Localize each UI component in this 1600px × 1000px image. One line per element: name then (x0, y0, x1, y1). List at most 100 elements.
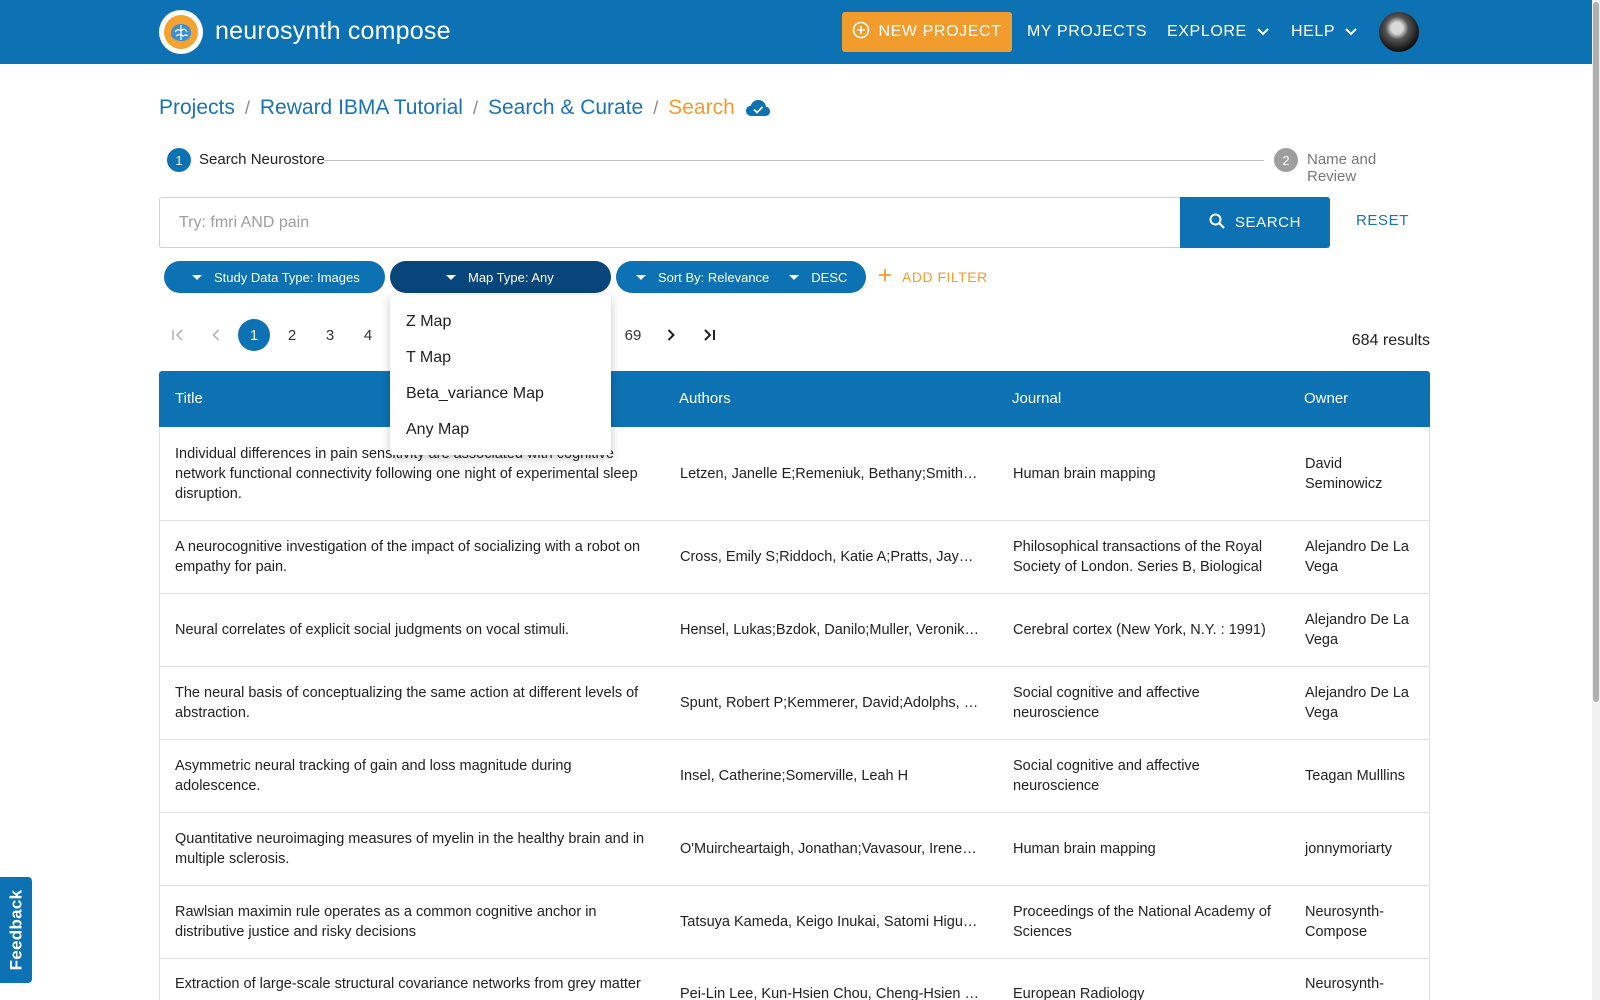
page-1-button[interactable]: 1 (238, 319, 270, 351)
breadcrumb-separator: / (653, 97, 659, 118)
scrollbar-thumb[interactable] (1593, 2, 1599, 702)
row-title: Asymmetric neural tracking of gain and l… (175, 758, 572, 794)
page-last-number-button[interactable]: 69 (617, 319, 649, 351)
my-projects-button[interactable]: MY PROJECTS (1027, 12, 1147, 52)
search-button[interactable]: SEARCH (1180, 197, 1330, 248)
table-row[interactable]: Extraction of large-scale structural cov… (159, 959, 1430, 1000)
row-journal: Human brain mapping (1013, 465, 1156, 482)
table-row[interactable]: Quantitative neuroimaging measures of my… (159, 813, 1430, 886)
row-authors-text: Insel, Catherine;Somerville, Leah H (680, 768, 909, 784)
row-owner: Teagan Mulllins (1305, 768, 1405, 784)
row-authors-text: Hensel, Lukas;Bzdok, Danilo;Muller, Vero… (680, 622, 980, 638)
new-project-button[interactable]: NEW PROJECT (842, 12, 1012, 52)
brand-name[interactable]: neurosynth compose (215, 17, 451, 46)
breadcrumb-projects[interactable]: Projects (159, 96, 235, 120)
map-type-option-any[interactable]: Any Map (390, 412, 611, 448)
step-connector (324, 160, 1264, 161)
breadcrumb-search-curate[interactable]: Search & Curate (488, 96, 643, 120)
add-filter-label: ADD FILTER (902, 268, 988, 285)
row-owner: Neurosynth-Compose (1305, 904, 1384, 940)
page-2-button[interactable]: 2 (276, 319, 308, 351)
table-row[interactable]: Neural correlates of explicit social jud… (159, 594, 1430, 667)
caret-down-icon (446, 274, 456, 280)
breadcrumb-search: Search (668, 96, 735, 119)
brain-logo-icon[interactable] (159, 10, 203, 54)
map-type-option-t[interactable]: T Map (390, 340, 611, 376)
row-authors: O'Muircheartaigh, Jonathan;Vavasour, Ire… (680, 813, 980, 885)
row-authors-text: O'Muircheartaigh, Jonathan;Vavasour, Ire… (680, 841, 980, 857)
table-row[interactable]: A neurocognitive investigation of the im… (159, 521, 1430, 594)
help-menu-button[interactable]: HELP (1291, 12, 1357, 52)
row-journal: Social cognitive and affective neuroscie… (1013, 758, 1200, 794)
row-authors: Letzen, Janelle E;Remeniuk, Bethany;Smit… (680, 427, 980, 520)
row-authors: Pei-Lin Lee, Kun-Hsien Chou, Cheng-Hsien… (680, 959, 980, 1000)
table-row[interactable]: The neural basis of conceptualizing the … (159, 667, 1430, 740)
row-title: Quantitative neuroimaging measures of my… (175, 831, 645, 867)
last-page-icon[interactable] (693, 319, 725, 351)
breadcrumb-project[interactable]: Reward IBMA Tutorial (260, 96, 463, 120)
caret-down-icon (636, 274, 646, 280)
row-journal: Social cognitive and affective neuroscie… (1013, 685, 1200, 721)
caret-down-icon (192, 274, 202, 280)
search-input[interactable] (159, 197, 1180, 248)
table-row[interactable]: Individual differences in pain sensitivi… (159, 427, 1430, 521)
stepper: 1 Search Neurostore 2 Name and Review (167, 148, 1419, 185)
study-data-type-filter[interactable]: Study Data Type: Images (164, 261, 385, 293)
explore-label: EXPLORE (1167, 23, 1247, 40)
map-type-option-beta-variance[interactable]: Beta_variance Map (390, 376, 611, 412)
table-row[interactable]: Asymmetric neural tracking of gain and l… (159, 740, 1430, 813)
next-page-icon[interactable] (655, 319, 687, 351)
row-owner: jonnymoriarty (1305, 841, 1393, 857)
row-journal: Philosophical transactions of the Royal … (1013, 539, 1263, 575)
study-data-type-label: Study Data Type: Images (214, 269, 360, 285)
row-title: A neurocognitive investigation of the im… (175, 539, 641, 575)
user-avatar[interactable] (1379, 12, 1419, 52)
column-header-authors[interactable]: Authors (679, 390, 731, 407)
row-authors-text: Spunt, Robert P;Kemmerer, David;Adolphs,… (680, 695, 980, 711)
row-authors: Tatsuya Kameda, Keigo Inukai, Satomi Hig… (680, 886, 980, 958)
breadcrumb: Projects / Reward IBMA Tutorial / Search… (159, 96, 771, 120)
results-table: Title Authors Journal Owner Individual d… (159, 371, 1430, 1000)
row-authors: Cross, Emily S;Riddoch, Katie A;Pratts, … (680, 521, 980, 593)
row-authors: Spunt, Robert P;Kemmerer, David;Adolphs,… (680, 667, 980, 739)
row-authors: Hensel, Lukas;Bzdok, Danilo;Muller, Vero… (680, 594, 980, 666)
row-owner: Alejandro De La Vega (1305, 685, 1409, 721)
row-owner: David Seminowicz (1305, 455, 1383, 492)
row-title: Neural correlates of explicit social jud… (175, 622, 570, 638)
row-owner: Neurosynth- (1305, 976, 1384, 992)
row-authors: Insel, Catherine;Somerville, Leah H (680, 740, 980, 812)
column-header-owner[interactable]: Owner (1304, 390, 1348, 407)
reset-button[interactable]: RESET (1356, 212, 1409, 229)
top-navbar: neurosynth compose NEW PROJECT MY PROJEC… (0, 0, 1600, 64)
breadcrumb-separator: / (244, 97, 250, 118)
map-type-label: Map Type: Any (468, 269, 554, 285)
row-authors-text: Tatsuya Kameda, Keigo Inukai, Satomi Hig… (680, 914, 980, 930)
step-2-label: Name and Review (1307, 151, 1377, 185)
page-3-button[interactable]: 3 (314, 319, 346, 351)
breadcrumb-separator: / (472, 97, 478, 118)
feedback-tab[interactable]: Feedback (0, 877, 32, 983)
page-4-button[interactable]: 4 (352, 319, 384, 351)
sort-by-filter[interactable]: Sort By: Relevance DESC (616, 261, 866, 293)
first-page-icon[interactable] (162, 319, 194, 351)
sort-order-label[interactable]: DESC (811, 270, 847, 285)
row-authors-text: Pei-Lin Lee, Kun-Hsien Chou, Cheng-Hsien… (680, 986, 980, 1000)
column-header-journal[interactable]: Journal (1012, 390, 1061, 407)
row-journal: Human brain mapping (1013, 841, 1156, 857)
step-1-label: Search Neurostore (199, 151, 325, 168)
map-type-option-z[interactable]: Z Map (390, 304, 611, 340)
cloud-done-icon (745, 99, 771, 117)
add-circle-icon (852, 21, 870, 44)
explore-menu-button[interactable]: EXPLORE (1167, 12, 1269, 52)
chevron-down-icon (1345, 23, 1357, 41)
column-header-title[interactable]: Title (175, 390, 203, 407)
caret-down-icon[interactable] (789, 274, 800, 280)
feedback-label: Feedback (6, 889, 26, 971)
previous-page-icon[interactable] (200, 319, 232, 351)
map-type-filter[interactable]: Map Type: Any (390, 261, 611, 293)
step-1-indicator: 1 (167, 148, 191, 172)
row-journal: Cerebral cortex (New York, N.Y. : 1991) (1013, 622, 1266, 638)
table-row[interactable]: Rawlsian maximin rule operates as a comm… (159, 886, 1430, 959)
add-filter-button[interactable]: ADD FILTER (878, 268, 988, 285)
results-count: 684 results (1351, 332, 1430, 349)
